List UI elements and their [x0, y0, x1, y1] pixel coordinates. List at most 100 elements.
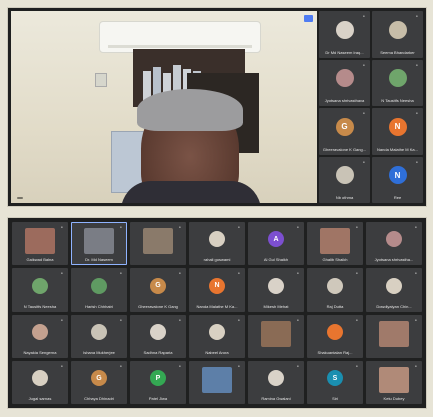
mic-muted-icon: ●	[356, 363, 358, 368]
participant-tile[interactable]: ● Dr Md Naseem Iraq...	[319, 11, 370, 58]
mic-muted-icon: ●	[363, 159, 365, 164]
mic-muted-icon: ●	[120, 271, 122, 276]
participant-tile[interactable]: ● Jyotsana shrivastha...	[366, 222, 422, 266]
participant-tile[interactable]: ● Harish Chhhatri	[71, 268, 127, 312]
participant-name: Seema Bhandarker	[380, 49, 415, 55]
participant-tile[interactable]: ● Ishana Mukherjee	[71, 314, 127, 358]
participant-tile[interactable]: ● Ghalib Shaikh	[307, 222, 363, 266]
avatar	[209, 231, 225, 248]
mic-muted-icon: ●	[120, 363, 122, 368]
participant-name: rahali goswami	[203, 257, 231, 263]
participant-tile[interactable]: ●	[366, 314, 422, 358]
participant-tile[interactable]: ●	[248, 314, 304, 358]
avatar	[388, 20, 407, 39]
mic-muted-icon: ●	[363, 14, 365, 18]
participant-video	[320, 228, 350, 255]
participant-tile[interactable]: G ● Chhaya Dhinadri	[71, 360, 127, 404]
pin-icon[interactable]	[304, 15, 313, 22]
mic-muted-icon: ●	[179, 363, 181, 368]
participant-video	[25, 228, 55, 255]
participant-video	[379, 320, 409, 347]
participant-tile[interactable]: N ● Nanda Malathe M Ka...	[372, 108, 423, 155]
main-speaker-video[interactable]	[11, 11, 317, 203]
speaker-name	[17, 197, 23, 199]
participant-tile[interactable]: ● Ramina Gwalani	[248, 360, 304, 404]
participant-tile[interactable]: ● Gaikwad Balna	[12, 222, 68, 266]
mic-muted-icon: ●	[297, 271, 299, 276]
mic-muted-icon: ●	[415, 363, 417, 368]
participant-tile[interactable]: ● Ketu Dubey	[366, 360, 422, 404]
avatar	[91, 323, 107, 340]
participant-tile[interactable]: ● Nabeel Arora	[189, 314, 245, 358]
participant-name: Nanda Malathe M Ka...	[377, 146, 418, 152]
participant-tile[interactable]: ●	[189, 360, 245, 404]
avatar	[386, 277, 402, 294]
participant-video	[379, 367, 409, 394]
participant-name: Gaikwad Balna	[26, 257, 54, 263]
participant-tile[interactable]: P ● Patel Jiwa	[130, 360, 186, 404]
avatar	[32, 323, 48, 340]
participant-tile[interactable]: ● Mikesh Mehat	[248, 268, 304, 312]
avatar-initial: S	[327, 370, 343, 387]
participant-name: Jyotsana shrivasthava	[324, 98, 365, 103]
participant-tile[interactable]: N ● Ree	[372, 156, 423, 203]
participant-video	[202, 367, 232, 394]
participant-name: Dowdlyaiyan Chin...	[376, 303, 412, 309]
mic-muted-icon: ●	[61, 271, 63, 276]
avatar-initial: N	[388, 166, 407, 185]
participant-tile[interactable]: ● Dowdlyaiyan Chin...	[366, 268, 422, 312]
participant-name: Sadhna Raparia	[143, 349, 173, 355]
participant-name: Ramina Gwalani	[261, 396, 291, 401]
participant-name: Chhaya Dhinadri	[84, 396, 114, 401]
mic-muted-icon: ●	[238, 225, 240, 229]
participant-tile[interactable]: A ● Al Gul Shaikh	[248, 222, 304, 266]
participant-tile[interactable]: ● Raj Dutta	[307, 268, 363, 312]
bottom-meeting-screenshot: ● Gaikwad Balna ● Dr. Md Naseem ● ● rahali gos…	[8, 218, 426, 408]
mic-muted-icon: ●	[120, 225, 122, 229]
mic-muted-icon: ●	[61, 225, 63, 229]
mic-muted-icon: ●	[61, 363, 63, 368]
mic-muted-icon: ●	[297, 225, 299, 229]
speaker-shirt	[121, 181, 261, 203]
mic-muted-icon: ●	[238, 363, 240, 368]
participant-gallery-grid: ● Gaikwad Balna ● Dr. Md Naseem ● ● rahali gos…	[12, 222, 422, 404]
participant-tile[interactable]: ● N Tausitfs Neesha	[12, 268, 68, 312]
avatar	[388, 69, 407, 88]
participant-tile[interactable]: ● Dr. Md Naseem	[71, 222, 127, 266]
participant-tile[interactable]: ● Nayakia Sengerna	[12, 314, 68, 358]
mic-muted-icon: ●	[238, 317, 240, 322]
participant-name: Harish Chhhatri	[85, 303, 113, 309]
participant-tile[interactable]: ●	[130, 222, 186, 266]
participant-tile[interactable]: ● Jyotsana shrivasthava	[319, 59, 370, 106]
participant-name: Jugal sarnas	[28, 396, 52, 401]
participant-name: Patel Jiwa	[148, 396, 168, 401]
mic-muted-icon: ●	[179, 317, 181, 322]
wall-socket	[95, 73, 107, 87]
participant-tile[interactable]: G ● Gheeravalone K Gang	[130, 268, 186, 312]
avatar-initial: N	[388, 117, 407, 136]
avatar	[91, 277, 107, 294]
participant-name: Dr Md Naseem Iraq...	[325, 49, 364, 55]
avatar	[335, 20, 354, 39]
participant-tile[interactable]: ● Seema Bhandarker	[372, 11, 423, 58]
participant-tile[interactable]: G ● Gheeravalone K Gang...	[319, 108, 370, 155]
participant-name: Raj Dutta	[326, 303, 344, 309]
participant-tile[interactable]: N ● Nanda Malathe M Ka...	[189, 268, 245, 312]
participant-tile[interactable]: S ● Siri	[307, 360, 363, 404]
participant-name: Ishana Mukherjee	[83, 349, 115, 355]
participant-name: Ketu Dubey	[383, 396, 405, 401]
avatar-initial: P	[150, 370, 166, 387]
participant-tile[interactable]: ● Shakuantalan Raj...	[307, 314, 363, 358]
avatar	[335, 166, 354, 185]
participant-tile[interactable]: ● Nb othma	[319, 156, 370, 203]
participant-name: Nabeel Arora	[205, 349, 229, 355]
avatar	[32, 277, 48, 294]
participant-tile[interactable]: ● rahali goswami	[189, 222, 245, 266]
participant-tile[interactable]: ● N Tausitfs Neesha	[372, 59, 423, 106]
participant-tile[interactable]: ● Sadhna Raparia	[130, 314, 186, 358]
participant-name: Dr. Md Naseem	[85, 257, 113, 263]
participant-name: Nb othma	[335, 195, 354, 200]
avatar	[268, 277, 284, 294]
participant-tile[interactable]: ● Jugal sarnas	[12, 360, 68, 404]
avatar	[268, 370, 284, 387]
